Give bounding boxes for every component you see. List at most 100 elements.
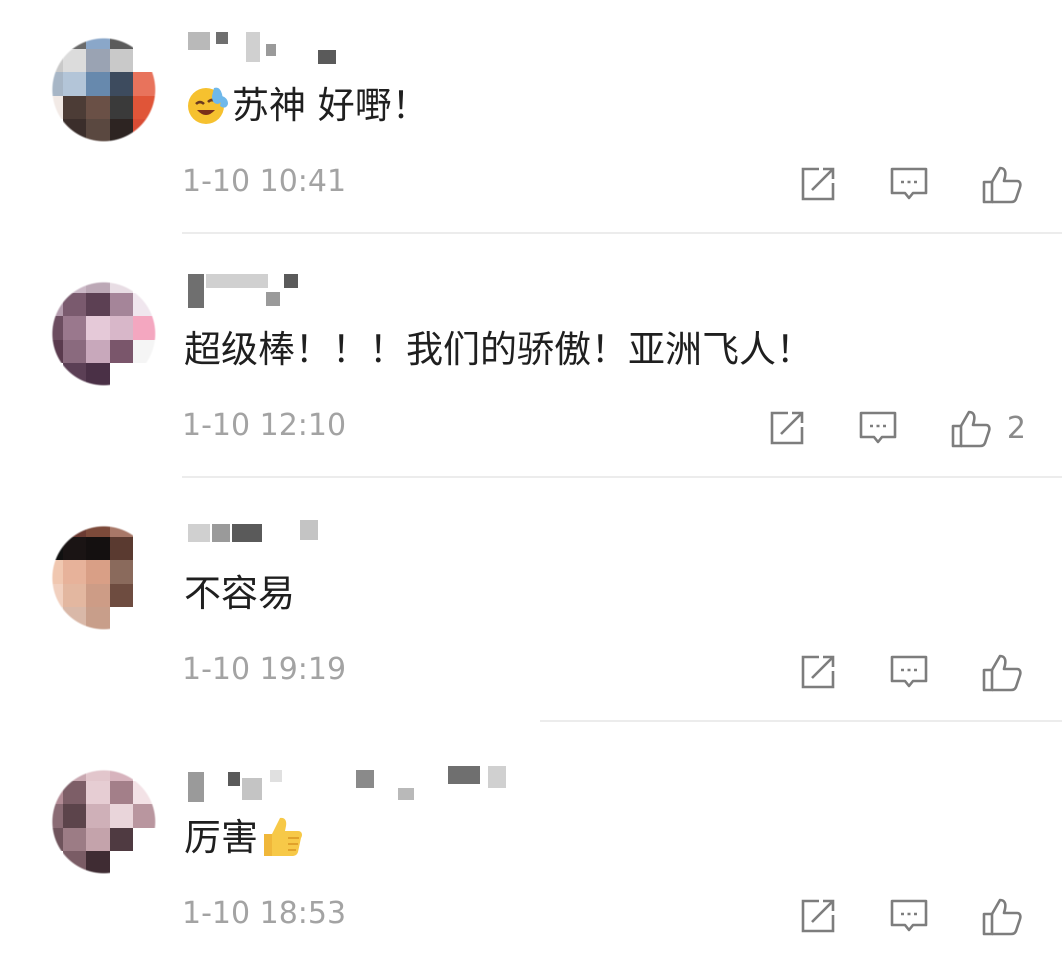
avatar-pixel — [132, 316, 156, 340]
avatar-pixel — [63, 72, 87, 96]
avatar-pixel — [132, 827, 156, 851]
avatar-pixel — [63, 118, 87, 142]
like-button[interactable]: 2 — [949, 406, 1026, 450]
avatar-pixel — [109, 606, 133, 630]
avatar-pixel — [109, 293, 133, 317]
avatar-pixel — [63, 827, 87, 851]
avatar-pixel — [86, 26, 110, 50]
username-pixelated[interactable] — [188, 30, 548, 70]
avatar-pixel — [40, 537, 64, 561]
avatar-pixel — [86, 339, 110, 363]
avatar-pixel — [40, 804, 64, 828]
avatar-pixel — [86, 362, 110, 386]
comment-text: 苏神 好嘢！ — [184, 78, 429, 134]
avatar-pixel — [132, 95, 156, 119]
like-thumb-icon — [982, 166, 1022, 204]
share-button[interactable] — [767, 408, 807, 448]
comment-actions: 2 — [717, 402, 1026, 454]
share-button[interactable] — [798, 896, 838, 936]
like-button[interactable] — [980, 650, 1024, 694]
avatar-pixel — [86, 537, 110, 561]
share-icon — [770, 411, 804, 445]
avatar[interactable] — [40, 758, 156, 874]
avatar-pixel — [63, 758, 87, 782]
username-pixel — [228, 772, 240, 786]
username-pixel — [356, 770, 374, 788]
avatar-pixel — [132, 118, 156, 142]
avatar-pixel — [109, 26, 133, 50]
avatar-pixel — [86, 781, 110, 805]
username-pixel — [398, 788, 414, 800]
avatar-pixel — [63, 606, 87, 630]
avatar-pixel — [40, 560, 64, 584]
avatar-pixel — [63, 293, 87, 317]
reply-button[interactable] — [888, 896, 930, 936]
reply-button[interactable] — [888, 164, 930, 204]
avatar-pixel — [86, 514, 110, 538]
avatar[interactable] — [40, 270, 156, 386]
avatar-pixel — [132, 293, 156, 317]
avatar-pixel — [86, 560, 110, 584]
avatar-pixel — [132, 781, 156, 805]
username-pixel — [206, 274, 268, 288]
avatar-pixel — [63, 781, 87, 805]
share-button[interactable] — [798, 164, 838, 204]
username-pixel — [266, 44, 276, 56]
share-icon — [801, 167, 835, 201]
username-pixel — [188, 524, 210, 542]
avatar-pixel — [132, 339, 156, 363]
comment-icon — [890, 899, 928, 932]
username-pixel — [318, 50, 336, 64]
avatar-pixel — [63, 95, 87, 119]
avatar-pixel — [132, 362, 156, 386]
username-pixelated[interactable] — [188, 518, 548, 558]
like-count: 2 — [1006, 410, 1026, 446]
avatar-pixel — [109, 850, 133, 874]
avatar-pixel — [86, 850, 110, 874]
comment-icon — [859, 411, 897, 444]
comment-text-content: 苏神 好嘢！ — [232, 84, 429, 127]
username-pixelated[interactable] — [188, 274, 548, 314]
avatar[interactable] — [40, 514, 156, 630]
username-pixel — [266, 292, 280, 306]
comment-timestamp: 1-10 19:19 — [182, 652, 347, 687]
comment-item: 不容易 1-10 19:19 — [0, 488, 1062, 732]
avatar-pixel — [86, 95, 110, 119]
avatar-pixel — [109, 560, 133, 584]
comment-item: 苏神 好嘢！ 1-10 10:41 — [0, 0, 1062, 244]
reply-button[interactable] — [888, 652, 930, 692]
username-pixel — [212, 524, 230, 542]
avatar-pixel — [40, 758, 64, 782]
avatar-pixel — [109, 514, 133, 538]
share-button[interactable] — [798, 652, 838, 692]
comment-text-content: 超级棒！！！我们的骄傲！亚洲飞人！ — [184, 328, 813, 371]
username-pixelated[interactable] — [188, 762, 548, 802]
avatar-pixel — [63, 270, 87, 294]
avatar-pixel — [63, 537, 87, 561]
comment-text: 不容易 — [184, 566, 295, 622]
reply-button[interactable] — [857, 408, 899, 448]
comment-actions — [748, 158, 1024, 210]
avatar-pixel — [132, 606, 156, 630]
avatar-pixel — [63, 583, 87, 607]
like-button[interactable] — [980, 162, 1024, 206]
comment-item: 超级棒！！！我们的骄傲！亚洲飞人！ 1-10 12:10 2 — [0, 244, 1062, 488]
like-thumb-icon — [951, 410, 991, 448]
avatar-pixel — [40, 362, 64, 386]
avatar-pixel — [86, 583, 110, 607]
divider — [182, 476, 1062, 478]
username-pixel — [270, 770, 282, 782]
like-button[interactable] — [980, 894, 1024, 938]
avatar[interactable] — [40, 26, 156, 142]
username-pixel — [232, 524, 262, 542]
avatar-pixel — [132, 49, 156, 73]
username-pixel — [188, 772, 204, 802]
avatar-pixel — [109, 49, 133, 73]
avatar-pixel — [86, 72, 110, 96]
avatar-pixel — [86, 758, 110, 782]
avatar-pixel — [40, 118, 64, 142]
avatar-pixel — [86, 49, 110, 73]
avatar-pixel — [109, 270, 133, 294]
avatar-pixel — [40, 583, 64, 607]
comment-text: 厉害 — [184, 810, 306, 866]
